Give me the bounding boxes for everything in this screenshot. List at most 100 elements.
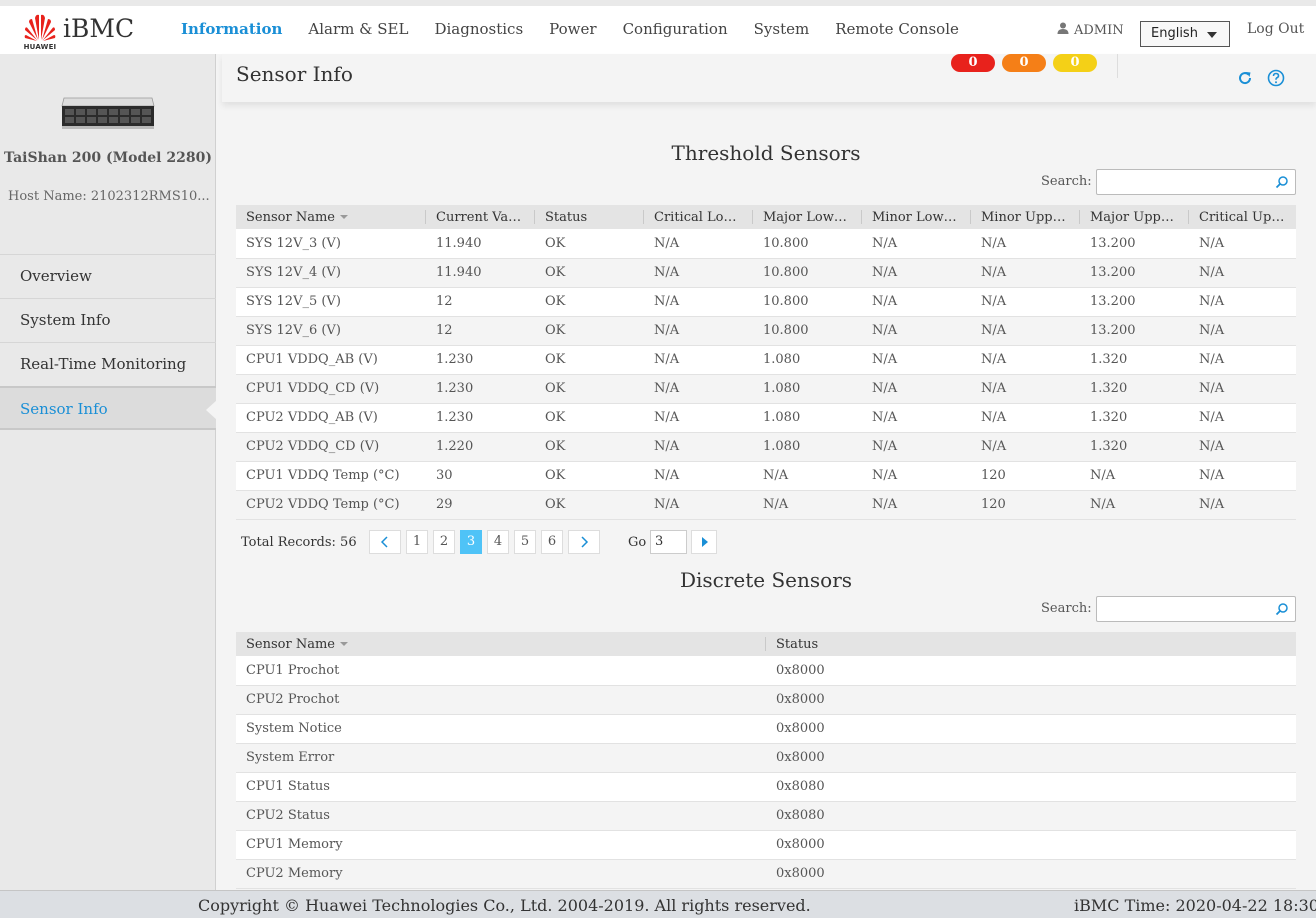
table-cell: CPU1 Memory	[236, 830, 766, 860]
go-page-input[interactable]: 3	[650, 530, 687, 554]
search-icon[interactable]	[1275, 175, 1289, 189]
table-row[interactable]: SYS 12V_4 (V) 11.940 OK N/A 10.800 N/A N/A 13.2…	[236, 258, 1296, 288]
column-header-critical-lower[interactable]: Critical Lower	[644, 205, 753, 229]
sidebar-item-real-time-monitoring[interactable]: Real-Time Monitoring	[0, 342, 216, 386]
threshold-sensor-table: Sensor Name Current Value Status Critica…	[236, 205, 1296, 520]
table-cell: N/A	[1189, 461, 1296, 491]
column-header-sensor-name[interactable]: Sensor Name	[236, 205, 426, 229]
table-cell: OK	[535, 229, 644, 259]
table-cell: 12	[426, 316, 535, 346]
nav-remote-console[interactable]: Remote Console	[822, 6, 972, 54]
table-cell: N/A	[644, 432, 753, 462]
nav-power[interactable]: Power	[536, 6, 609, 54]
table-row[interactable]: SYS 12V_3 (V) 11.940 OK N/A 10.800 N/A N/A 13.2…	[236, 229, 1296, 259]
table-cell: 10.800	[753, 258, 862, 288]
table-row[interactable]: CPU2 VDDQ_CD (V) 1.220 OK N/A 1.080 N/A N/A 1.3…	[236, 432, 1296, 462]
prev-page-button[interactable]	[369, 530, 401, 554]
table-cell: 10.800	[753, 287, 862, 317]
table-row[interactable]: System Notice 0x8000	[236, 714, 1296, 744]
column-header-status[interactable]: Status	[535, 205, 644, 229]
table-row[interactable]: System Error 0x8000	[236, 743, 1296, 773]
page-button-6[interactable]: 6	[541, 530, 563, 554]
table-cell: System Error	[236, 743, 766, 773]
column-header-sensor-name[interactable]: Sensor Name	[236, 632, 766, 656]
critical-alarm-badge[interactable]: 0	[951, 54, 995, 72]
table-cell: N/A	[971, 258, 1080, 288]
discrete-search-input[interactable]	[1101, 598, 1271, 620]
nav-information[interactable]: Information	[168, 6, 295, 54]
language-select[interactable]: English	[1140, 21, 1230, 47]
column-header-status[interactable]: Status	[766, 632, 1296, 656]
page-button-5[interactable]: 5	[514, 530, 536, 554]
page-button-2[interactable]: 2	[433, 530, 455, 554]
table-cell: N/A	[1080, 490, 1189, 520]
column-header-minor-lower[interactable]: Minor Lower Threshold	[862, 205, 971, 229]
column-header-current-value[interactable]: Current Value	[426, 205, 535, 229]
sidebar-item-sensor-info[interactable]: Sensor Info	[0, 386, 217, 430]
table-row[interactable]: SYS 12V_6 (V) 12 OK N/A 10.800 N/A N/A 13.200 N/…	[236, 316, 1296, 346]
major-alarm-badge[interactable]: 0	[1002, 54, 1046, 72]
column-header-major-lower[interactable]: Major Lower Threshold	[753, 205, 862, 229]
table-row[interactable]: CPU1 VDDQ Temp (°C) 30 OK N/A N/A N/A 120 N/A N/…	[236, 461, 1296, 491]
threshold-search-input[interactable]	[1101, 171, 1271, 193]
table-cell: N/A	[971, 287, 1080, 317]
search-icon[interactable]	[1275, 602, 1289, 616]
table-row[interactable]: CPU1 Memory 0x8000	[236, 830, 1296, 860]
user-menu[interactable]: ADMIN	[1057, 22, 1124, 38]
table-row[interactable]: CPU1 VDDQ_AB (V) 1.230 OK N/A 1.080 N/A N/A 1.3…	[236, 345, 1296, 375]
table-cell: OK	[535, 258, 644, 288]
sort-icon[interactable]	[339, 215, 348, 219]
nav-alarm-sel[interactable]: Alarm & SEL	[295, 6, 421, 54]
sidebar: TaiShan 200 (Model 2280) Host Name: 2102…	[0, 54, 217, 890]
table-cell: N/A	[644, 229, 753, 259]
table-cell: 13.200	[1080, 287, 1189, 317]
table-row[interactable]: CPU1 Status 0x8080	[236, 772, 1296, 802]
next-page-button[interactable]	[568, 530, 600, 554]
table-cell: N/A	[1189, 345, 1296, 375]
brand-title: iBMC	[63, 14, 135, 43]
table-row[interactable]: CPU2 Prochot 0x8000	[236, 685, 1296, 715]
table-cell: CPU2 VDDQ Temp (°C)	[236, 490, 426, 520]
nav-diagnostics[interactable]: Diagnostics	[421, 6, 536, 54]
sidebar-item-system-info[interactable]: System Info	[0, 298, 216, 342]
logout-link[interactable]: Log Out	[1247, 21, 1304, 37]
discrete-search-label: Search:	[1041, 601, 1092, 616]
table-cell: N/A	[862, 374, 971, 404]
sort-icon[interactable]	[339, 642, 348, 646]
discrete-sensor-table: Sensor Name Status CPU1 Prochot 0x8000 CP…	[236, 632, 1296, 889]
table-cell: 1.080	[753, 345, 862, 375]
table-cell: 0x8000	[766, 685, 1296, 715]
table-cell: N/A	[753, 490, 862, 520]
page-button-4[interactable]: 4	[487, 530, 509, 554]
table-cell: N/A	[1189, 403, 1296, 433]
column-header-minor-upper[interactable]: Minor Upper Threshold	[971, 205, 1080, 229]
help-icon[interactable]	[1267, 69, 1285, 87]
page-title: Sensor Info	[236, 62, 353, 86]
nav-system[interactable]: System	[741, 6, 823, 54]
go-button[interactable]	[691, 530, 717, 554]
table-cell: 1.320	[1080, 432, 1189, 462]
table-row[interactable]: SYS 12V_5 (V) 12 OK N/A 10.800 N/A N/A 13.200 N/…	[236, 287, 1296, 317]
table-row[interactable]: CPU2 Status 0x8080	[236, 801, 1296, 831]
sidebar-item-overview[interactable]: Overview	[0, 254, 216, 298]
minor-alarm-badge[interactable]: 0	[1053, 54, 1097, 72]
column-header-major-upper[interactable]: Major Upper Threshold	[1080, 205, 1189, 229]
table-cell: 0x8080	[766, 801, 1296, 831]
column-header-critical-upper[interactable]: Critical Upper	[1189, 205, 1296, 229]
table-row[interactable]: CPU1 Prochot 0x8000	[236, 656, 1296, 686]
table-cell: 1.230	[426, 403, 535, 433]
threshold-search-label: Search:	[1041, 174, 1092, 189]
table-row[interactable]: CPU1 VDDQ_CD (V) 1.230 OK N/A 1.080 N/A N/A 1.3…	[236, 374, 1296, 404]
table-row[interactable]: CPU2 VDDQ Temp (°C) 29 OK N/A N/A N/A 120 N/A N/…	[236, 490, 1296, 520]
go-label: Go	[628, 535, 647, 550]
table-cell: N/A	[1189, 316, 1296, 346]
table-cell: 120	[971, 461, 1080, 491]
nav-configuration[interactable]: Configuration	[610, 6, 741, 54]
table-cell: N/A	[644, 345, 753, 375]
table-cell: 11.940	[426, 258, 535, 288]
table-row[interactable]: CPU2 Memory 0x8000	[236, 859, 1296, 889]
page-button-1[interactable]: 1	[406, 530, 428, 554]
page-button-3[interactable]: 3	[460, 530, 482, 554]
refresh-icon[interactable]	[1236, 69, 1254, 87]
table-row[interactable]: CPU2 VDDQ_AB (V) 1.230 OK N/A 1.080 N/A N/A 1.3…	[236, 403, 1296, 433]
